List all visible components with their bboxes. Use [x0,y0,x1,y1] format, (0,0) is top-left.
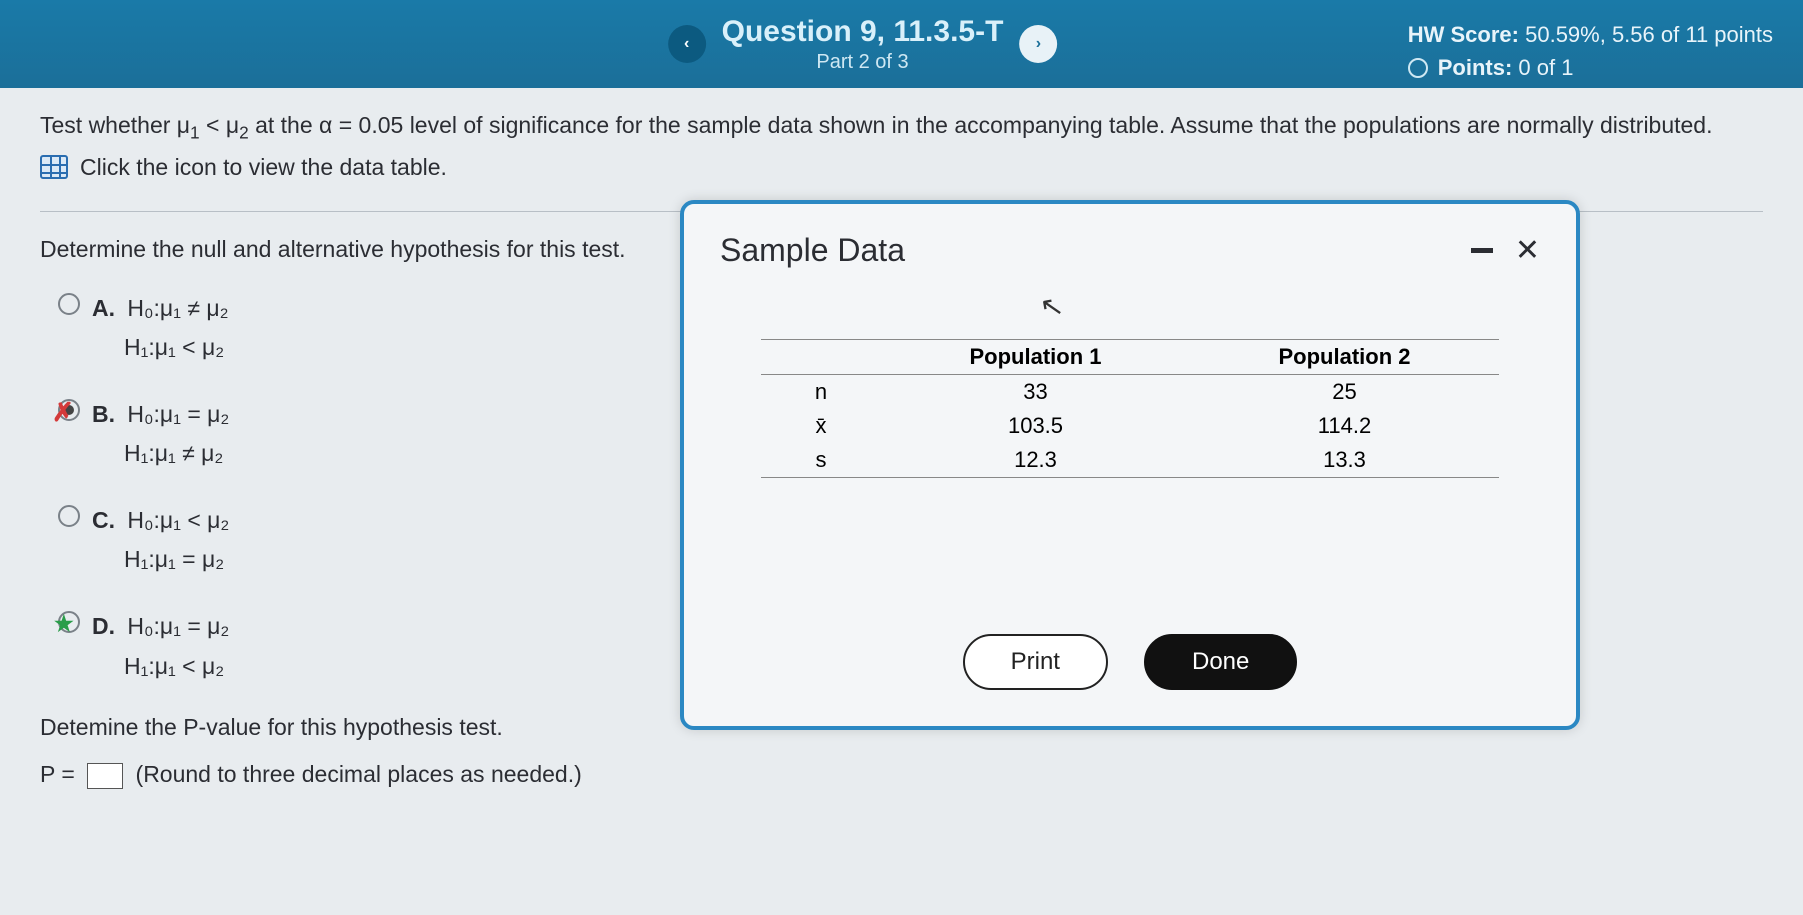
radio-d[interactable]: ★ [58,611,80,633]
radio-b[interactable]: ✗ [58,399,80,421]
row-xbar-label: x̄ [761,413,881,439]
option-d-h0: H₀:μ₁ = μ₂ [127,613,229,639]
data-table-link[interactable]: Click the icon to view the data table. [40,154,1763,181]
question-part: Part 2 of 3 [722,51,1004,74]
header-blank [761,344,881,370]
prev-question-button[interactable]: ‹ [668,25,706,63]
radio-a[interactable] [58,293,80,315]
row-n-label: n [761,379,881,405]
data-table-link-text: Click the icon to view the data table. [80,154,447,181]
done-button[interactable]: Done [1144,634,1297,690]
header-bar: ‹ Question 9, 11.3.5-T Part 2 of 3 › HW … [0,0,1803,88]
next-question-button[interactable]: › [1019,25,1057,63]
table-row-xbar: x̄ 103.5 114.2 [761,409,1499,443]
header-pop1: Population 1 [881,344,1190,370]
points-value: 0 of 1 [1518,55,1573,80]
header-pop2: Population 2 [1190,344,1499,370]
print-button[interactable]: Print [963,634,1108,690]
table-icon [40,155,68,179]
instruction-text: Test whether μ1 < μ2 at the α = 0.05 lev… [40,106,1763,148]
instr-seg-2: < μ [200,112,239,138]
option-d-label: D. [92,613,115,639]
instr-seg-3: at the α = 0.05 level of significance fo… [249,112,1713,138]
minimize-icon[interactable] [1471,248,1493,253]
sample-data-dialog: Sample Data ✕ Population 1 Population 2 … [680,200,1580,730]
option-b-h0: H₀:μ₁ = μ₂ [127,401,229,427]
pvalue-input[interactable] [87,763,123,789]
table-row-s: s 12.3 13.3 [761,443,1499,477]
option-c-label: C. [92,507,115,533]
table-row-n: n 33 25 [761,375,1499,409]
option-a-label: A. [92,295,115,321]
question-nav: ‹ Question 9, 11.3.5-T Part 2 of 3 › [668,15,1058,74]
sample-data-table: Population 1 Population 2 n 33 25 x̄ 103… [761,339,1499,478]
row-s-label: s [761,447,881,473]
option-c-h1: H₁:μ₁ = μ₂ [124,546,224,572]
row-s-p2: 13.3 [1190,447,1499,473]
row-xbar-p1: 103.5 [881,413,1190,439]
points-status-icon [1408,58,1428,78]
option-b-h1: H₁:μ₁ ≠ μ₂ [124,440,223,466]
option-c-h0: H₀:μ₁ < μ₂ [127,507,229,533]
question-title-block: Question 9, 11.3.5-T Part 2 of 3 [722,15,1004,74]
option-a-h0: H₀:μ₁ ≠ μ₂ [127,295,228,321]
option-a-h1: H₁:μ₁ < μ₂ [124,334,224,360]
pvalue-suffix: (Round to three decimal places as needed… [136,761,582,787]
correct-star-icon: ★ [54,611,74,637]
instr-sub-2: 2 [239,123,249,143]
row-s-p1: 12.3 [881,447,1190,473]
pvalue-entry-line: P = (Round to three decimal places as ne… [40,761,1763,789]
table-header-row: Population 1 Population 2 [761,340,1499,375]
instr-sub-1: 1 [190,123,200,143]
close-icon[interactable]: ✕ [1515,233,1540,268]
option-b-label: B. [92,401,115,427]
row-n-p1: 33 [881,379,1190,405]
dialog-title: Sample Data [720,232,905,269]
instr-seg-1: Test whether μ [40,112,190,138]
score-block: HW Score: 50.59%, 5.56 of 11 points Poin… [1408,18,1773,84]
row-n-p2: 25 [1190,379,1499,405]
hw-score-value: 50.59%, 5.56 of 11 points [1525,22,1773,47]
wrong-mark-icon: ✗ [52,397,74,428]
option-d-h1: H₁:μ₁ < μ₂ [124,653,224,679]
radio-c[interactable] [58,505,80,527]
points-label: Points: [1438,55,1513,80]
hw-score-label: HW Score: [1408,22,1519,47]
question-title: Question 9, 11.3.5-T [722,15,1004,49]
row-xbar-p2: 114.2 [1190,413,1499,439]
pvalue-prefix: P = [40,761,81,787]
